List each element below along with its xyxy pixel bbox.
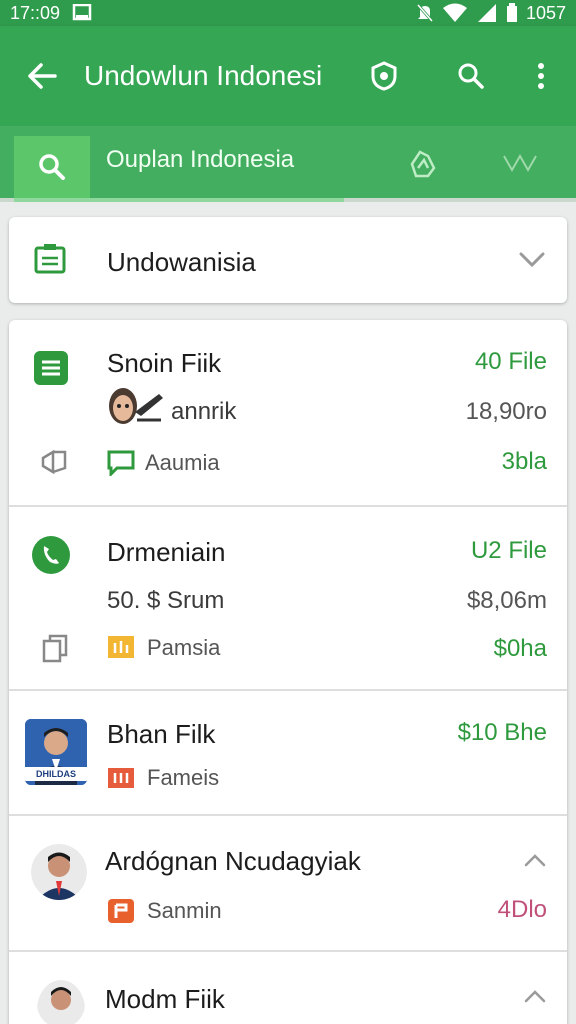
overflow-menu-button[interactable] [506,26,576,126]
list-item[interactable]: Drmeniain U2 File 50. $ Srum $8,06m Pams… [9,507,567,691]
status-bar: 17::09 1057 [0,0,576,26]
item-title: Snoin Fiik [107,348,222,378]
list-document-icon [34,351,68,385]
search-icon [39,154,65,180]
item-date: $0ha [493,635,547,662]
avatar-sticker-icon [109,388,163,424]
item-subtitle: 50. $ Srum [107,587,225,614]
dropdown-label: Undowanisia [107,247,256,277]
search-button[interactable] [436,26,506,126]
wifi-icon [442,3,467,22]
wave-icon[interactable] [500,148,544,176]
copy-icon[interactable] [41,633,69,663]
item-title: Modm Fiik [105,984,225,1014]
screenshot-icon [72,4,92,21]
item-date: 3bla [501,448,547,475]
avatar [31,844,87,900]
item-meta: $10 Bhe [457,719,547,746]
status-time: 17::09 [10,2,61,23]
list-item[interactable]: Snoin Fiik 40 File annrik 18,90ro Aaumia… [9,320,567,507]
search-bar: Ouplan Indonesia [0,126,576,202]
signal-icon [477,4,496,22]
battery-text: 1057 [525,2,566,23]
chart-bars-icon [108,636,134,658]
share-icon[interactable] [39,448,69,476]
back-button[interactable] [0,26,84,126]
item-date: 4Dlo [497,896,547,923]
item-tag: Sanmin [147,898,222,923]
more-vert-icon [538,63,544,89]
chevron-down-icon [519,252,545,268]
chat-icon [107,450,135,476]
item-size: $8,06m [466,587,547,614]
mute-icon [416,4,434,22]
list-item[interactable]: DHILDAS Bhan Filk $10 Bhe Fameis [9,691,567,816]
category-dropdown[interactable]: Undowanisia [9,217,567,303]
app-bar: Undowlun Indonesi [0,26,576,126]
item-meta: U2 File [470,537,547,564]
app-badge-icon [108,899,134,923]
chevron-up-icon[interactable] [523,852,547,868]
chevron-up-icon[interactable] [523,988,547,1004]
item-size: 18,90ro [465,398,547,425]
item-title: Drmeniain [107,537,226,567]
item-tag: Pamsia [147,635,221,660]
arrow-left-icon [28,63,57,89]
avatar [37,980,85,1024]
thumbnail: DHILDAS [25,719,87,785]
item-tag: Fameis [147,765,220,790]
document-icon [34,244,66,274]
item-meta: 40 File [474,348,547,375]
search-icon [458,63,484,89]
shield-icon [371,61,397,91]
chart-bars-icon [108,768,134,788]
phone-icon [32,536,70,574]
item-tag: Aaumia [145,450,220,475]
item-subtitle: annrik [171,398,237,425]
item-title: Bhan Filk [107,719,216,749]
search-submit-button[interactable] [14,136,90,198]
battery-icon [506,3,517,22]
list-item[interactable]: Ardógnan Ncudagyiak Sanmin 4Dlo [9,816,567,952]
shield-button[interactable] [366,26,402,126]
item-title: Ardógnan Ncudagyiak [105,846,361,876]
search-input[interactable]: Ouplan Indonesia [106,146,294,174]
search-tab-indicator [14,198,344,202]
app-title: Undowlun Indonesi [84,60,323,91]
thumbnail-caption: DHILDAS [25,767,87,781]
file-list: Snoin Fiik 40 File annrik 18,90ro Aaumia… [9,320,567,1024]
badge-icon[interactable] [406,146,442,182]
list-item[interactable]: Modm Fiik [9,952,567,1024]
